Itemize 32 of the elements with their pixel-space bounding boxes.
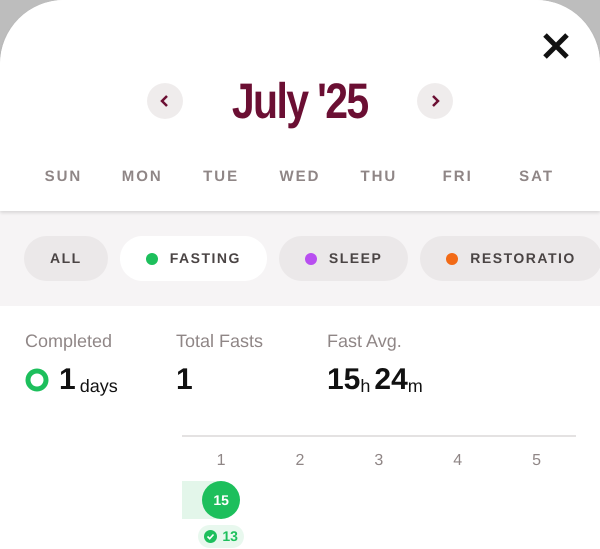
weekday-label: THU [360, 167, 398, 187]
stat-value: 24 [374, 365, 408, 395]
weekday-label: SAT [519, 167, 554, 187]
stat-value: 1 [59, 365, 76, 395]
next-month-button[interactable] [416, 83, 453, 119]
stat-label: Fast Avg. [327, 330, 403, 353]
filter-chip[interactable]: ALL [24, 236, 108, 281]
day-number: 4 [453, 451, 462, 471]
stat-unit: h [360, 377, 370, 395]
stat-unit: m [408, 377, 423, 395]
filter-chip[interactable]: FASTING [120, 236, 267, 281]
ring-icon [25, 368, 49, 392]
day-number: 2 [296, 451, 304, 471]
day-number: 1 [216, 451, 226, 471]
weekday-label: WED [279, 167, 320, 187]
day-number: 3 [374, 451, 384, 471]
stat-label: Total Fasts [176, 330, 264, 353]
stat-label: Completed [25, 330, 114, 353]
day-number: 5 [532, 451, 542, 471]
stat-value: 15 [327, 365, 360, 395]
filter-chip[interactable]: RESTORATIO [420, 236, 600, 281]
weekday-label: MON [122, 167, 163, 187]
weekday-label: SUN [44, 167, 82, 187]
stat-value: 1 [176, 365, 194, 395]
completed-count: 13 [222, 527, 238, 546]
stat-unit: days [80, 377, 118, 395]
previous-month-button[interactable] [147, 83, 184, 119]
filter-chip[interactable]: SLEEP [278, 236, 408, 281]
weekday-label: TUE [203, 167, 240, 187]
weekday-label: FRI [442, 167, 473, 187]
month-title: July '25 [232, 76, 368, 126]
check-icon [204, 530, 218, 543]
